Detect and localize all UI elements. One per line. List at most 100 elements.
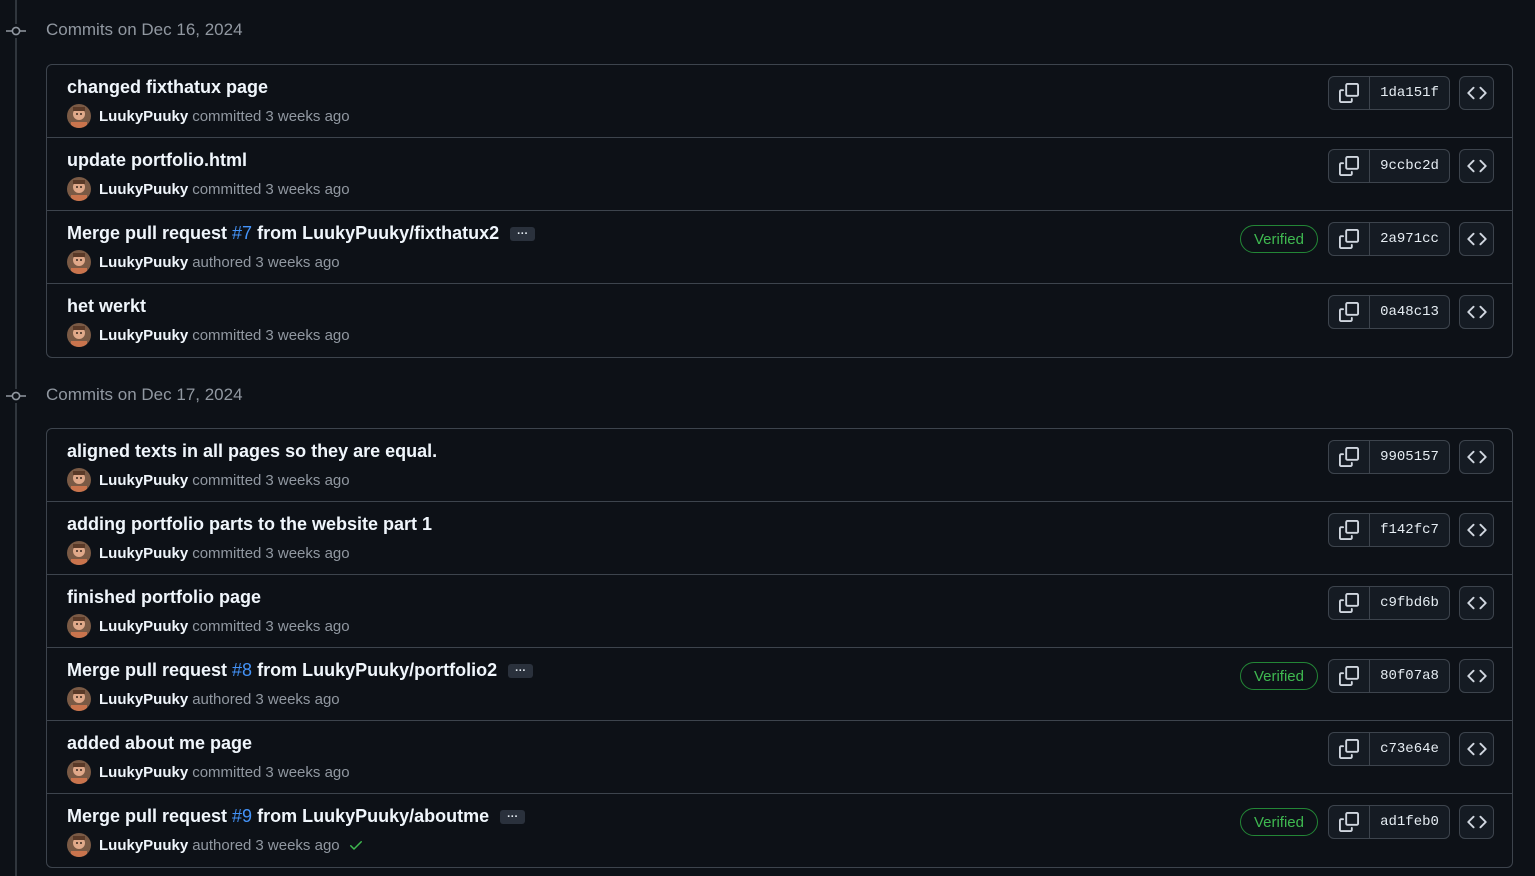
expand-description-button[interactable]: ··· — [500, 809, 526, 824]
commit-message[interactable]: added about me page — [67, 733, 252, 754]
copy-icon[interactable] — [1329, 660, 1370, 692]
commit-sha-link[interactable]: ad1feb0 — [1370, 806, 1449, 838]
code-icon[interactable] — [1459, 732, 1494, 766]
commit-time: 3 weeks ago — [265, 544, 350, 562]
code-icon[interactable] — [1459, 440, 1494, 474]
commit-message[interactable]: finished portfolio page — [67, 587, 261, 608]
copy-icon[interactable] — [1329, 514, 1370, 546]
code-icon[interactable] — [1459, 222, 1494, 256]
commit-actions: 9ccbc2d — [1328, 149, 1494, 183]
commit-message[interactable]: adding portfolio parts to the website pa… — [67, 514, 432, 535]
code-icon[interactable] — [1459, 659, 1494, 693]
commit-meta: LuukyPuuky authored 3 weeks ago — [67, 250, 340, 274]
verified-badge[interactable]: Verified — [1239, 662, 1318, 690]
commit-message-suffix[interactable]: from LuukyPuuky/aboutme — [252, 806, 489, 827]
commit-action: authored — [192, 690, 252, 708]
commit-title[interactable]: Merge pull request #8 from LuukyPuuky/po… — [67, 660, 534, 681]
copy-icon[interactable] — [1329, 150, 1370, 182]
code-icon[interactable] — [1459, 149, 1494, 183]
avatar[interactable] — [67, 614, 91, 638]
commit-row: update portfolio.html LuukyPuuky committed… — [47, 138, 1512, 211]
commit-meta: LuukyPuuky committed 3 weeks ago — [67, 760, 350, 784]
author-link[interactable]: LuukyPuuky — [99, 327, 188, 344]
commit-sha-link[interactable]: 9905157 — [1370, 441, 1449, 473]
commit-meta: LuukyPuuky committed 3 weeks ago — [67, 614, 350, 638]
avatar[interactable] — [67, 323, 91, 347]
pull-request-link[interactable]: #8 — [232, 660, 252, 681]
commit-message[interactable]: aligned texts in all pages so they are e… — [67, 441, 437, 462]
commit-actions: c9fbd6b — [1328, 586, 1494, 620]
commit-title[interactable]: Merge pull request #9 from LuukyPuuky/ab… — [67, 806, 526, 827]
check-icon[interactable] — [348, 837, 364, 853]
author-link[interactable]: LuukyPuuky — [99, 181, 188, 198]
commit-message[interactable]: changed fixthatux page — [67, 77, 268, 98]
git-commit-icon — [5, 389, 27, 403]
commit-title[interactable]: added about me page — [67, 733, 252, 754]
code-icon[interactable] — [1459, 295, 1494, 329]
commit-sha-link[interactable]: 1da151f — [1370, 77, 1449, 109]
commit-title[interactable]: aligned texts in all pages so they are e… — [67, 441, 437, 462]
pull-request-link[interactable]: #9 — [232, 806, 252, 827]
commit-message[interactable]: het werkt — [67, 296, 146, 317]
expand-description-button[interactable]: ··· — [510, 226, 536, 241]
avatar[interactable] — [67, 468, 91, 492]
commit-sha-link[interactable]: 0a48c13 — [1370, 296, 1449, 328]
author-link[interactable]: LuukyPuuky — [99, 691, 188, 708]
avatar[interactable] — [67, 104, 91, 128]
commit-title[interactable]: finished portfolio page — [67, 587, 261, 608]
avatar[interactable] — [67, 250, 91, 274]
commit-message-prefix[interactable]: Merge pull request — [67, 660, 232, 681]
copy-icon[interactable] — [1329, 441, 1370, 473]
code-icon[interactable] — [1459, 513, 1494, 547]
avatar[interactable] — [67, 177, 91, 201]
avatar[interactable] — [67, 687, 91, 711]
sha-button-group: 80f07a8 — [1328, 659, 1450, 693]
commit-sha-link[interactable]: 9ccbc2d — [1370, 150, 1449, 182]
commit-message[interactable]: update portfolio.html — [67, 150, 247, 171]
commit-title[interactable]: adding portfolio parts to the website pa… — [67, 514, 432, 535]
commit-title[interactable]: Merge pull request #7 from LuukyPuuky/fi… — [67, 223, 536, 244]
commit-message-suffix[interactable]: from LuukyPuuky/portfolio2 — [252, 660, 497, 681]
author-link[interactable]: LuukyPuuky — [99, 108, 188, 125]
copy-icon[interactable] — [1329, 296, 1370, 328]
avatar[interactable] — [67, 833, 91, 857]
commit-row: changed fixthatux page LuukyPuuky committe… — [47, 65, 1512, 138]
code-icon[interactable] — [1459, 76, 1494, 110]
commit-message-prefix[interactable]: Merge pull request — [67, 806, 232, 827]
copy-icon[interactable] — [1329, 806, 1370, 838]
copy-icon[interactable] — [1329, 223, 1370, 255]
commit-time: 3 weeks ago — [265, 107, 350, 125]
copy-icon[interactable] — [1329, 733, 1370, 765]
group-title: Commits on Dec 16, 2024 — [46, 20, 243, 39]
commit-title[interactable]: changed fixthatux page — [67, 77, 268, 98]
expand-description-button[interactable]: ··· — [508, 663, 534, 678]
commit-sha-link[interactable]: f142fc7 — [1370, 514, 1449, 546]
code-icon[interactable] — [1459, 805, 1494, 839]
commit-action: committed — [192, 763, 262, 781]
commit-message-prefix[interactable]: Merge pull request — [67, 223, 232, 244]
code-icon[interactable] — [1459, 586, 1494, 620]
commit-sha-link[interactable]: 2a971cc — [1370, 223, 1449, 255]
copy-icon[interactable] — [1329, 587, 1370, 619]
commit-meta: LuukyPuuky committed 3 weeks ago — [67, 323, 350, 347]
sha-button-group: 9ccbc2d — [1328, 149, 1450, 183]
sha-button-group: f142fc7 — [1328, 513, 1450, 547]
commit-sha-link[interactable]: c9fbd6b — [1370, 587, 1449, 619]
author-link[interactable]: LuukyPuuky — [99, 618, 188, 635]
commit-sha-link[interactable]: 80f07a8 — [1370, 660, 1449, 692]
commit-message-suffix[interactable]: from LuukyPuuky/fixthatux2 — [252, 223, 499, 244]
pull-request-link[interactable]: #7 — [232, 223, 252, 244]
author-link[interactable]: LuukyPuuky — [99, 472, 188, 489]
author-link[interactable]: LuukyPuuky — [99, 837, 188, 854]
verified-badge[interactable]: Verified — [1239, 225, 1318, 253]
avatar[interactable] — [67, 760, 91, 784]
commit-title[interactable]: update portfolio.html — [67, 150, 247, 171]
author-link[interactable]: LuukyPuuky — [99, 545, 188, 562]
avatar[interactable] — [67, 541, 91, 565]
verified-badge[interactable]: Verified — [1239, 808, 1318, 836]
author-link[interactable]: LuukyPuuky — [99, 254, 188, 271]
author-link[interactable]: LuukyPuuky — [99, 764, 188, 781]
copy-icon[interactable] — [1329, 77, 1370, 109]
commit-title[interactable]: het werkt — [67, 296, 146, 317]
commit-sha-link[interactable]: c73e64e — [1370, 733, 1449, 765]
